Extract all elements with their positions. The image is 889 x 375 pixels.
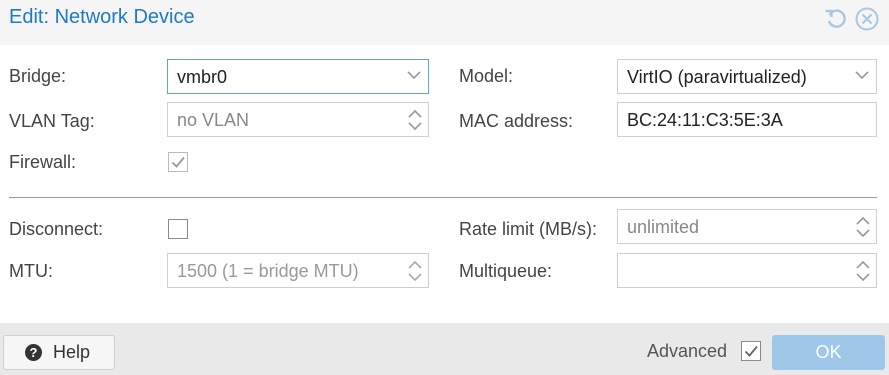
vlan-tag-spinner[interactable]: [400, 103, 428, 136]
rate-limit-field[interactable]: unlimited: [617, 209, 877, 244]
bridge-dropdown-trigger[interactable]: [400, 60, 428, 93]
dialog-footer: ? Help Advanced OK: [0, 323, 889, 375]
advanced-label[interactable]: Advanced: [647, 341, 727, 362]
mac-address-field[interactable]: BC:24:11:C3:5E:3A: [617, 102, 877, 137]
spinner-icon: [408, 109, 422, 131]
chevron-down-icon: [855, 71, 869, 80]
rate-limit-placeholder[interactable]: unlimited: [627, 216, 699, 238]
help-button[interactable]: ? Help: [3, 335, 115, 370]
mtu-label: MTU:: [9, 261, 53, 281]
close-icon[interactable]: [855, 7, 879, 31]
checkmark-icon: [744, 345, 758, 357]
model-combobox[interactable]: VirtIO (paravirtualized): [617, 59, 877, 94]
mac-address-value[interactable]: BC:24:11:C3:5E:3A: [627, 109, 783, 131]
reset-icon[interactable]: [824, 7, 848, 31]
checkmark-icon: [171, 156, 185, 168]
advanced-checkbox[interactable]: [741, 341, 761, 361]
disconnect-checkbox[interactable]: [168, 219, 188, 239]
disconnect-label: Disconnect:: [9, 219, 104, 239]
mac-address-label: MAC address:: [459, 111, 574, 131]
question-icon: ?: [25, 344, 42, 361]
bridge-combobox[interactable]: vmbr0: [167, 59, 429, 94]
dialog-title: Edit: Network Device: [9, 6, 195, 28]
chevron-down-icon: [407, 71, 421, 80]
rate-limit-spinner[interactable]: [848, 210, 876, 243]
vlan-tag-placeholder[interactable]: no VLAN: [177, 109, 249, 131]
vlan-tag-field[interactable]: no VLAN: [167, 102, 429, 137]
model-dropdown-trigger[interactable]: [848, 60, 876, 93]
spinner-icon: [408, 260, 422, 282]
rate-limit-label: Rate limit (MB/s):: [459, 219, 598, 239]
mtu-spinner[interactable]: [400, 254, 428, 287]
bridge-value[interactable]: vmbr0: [177, 66, 227, 88]
mtu-placeholder[interactable]: 1500 (1 = bridge MTU): [177, 260, 359, 282]
multiqueue-field[interactable]: [617, 253, 877, 288]
mtu-field[interactable]: 1500 (1 = bridge MTU): [167, 253, 429, 288]
ok-button-label: OK: [815, 342, 842, 362]
firewall-checkbox[interactable]: [168, 152, 188, 172]
ok-button[interactable]: OK: [772, 335, 885, 370]
firewall-label: Firewall:: [9, 152, 77, 172]
model-label: Model:: [459, 66, 514, 86]
help-button-label: Help: [53, 342, 91, 362]
vlan-tag-label: VLAN Tag:: [9, 111, 95, 131]
multiqueue-label: Multiqueue:: [459, 261, 553, 281]
spinner-icon: [856, 260, 870, 282]
bridge-label: Bridge:: [9, 66, 67, 86]
multiqueue-spinner[interactable]: [848, 254, 876, 287]
model-value[interactable]: VirtIO (paravirtualized): [627, 66, 807, 88]
spinner-icon: [856, 216, 870, 238]
section-divider: [9, 197, 877, 198]
dialog-header: Edit: Network Device: [0, 0, 889, 45]
